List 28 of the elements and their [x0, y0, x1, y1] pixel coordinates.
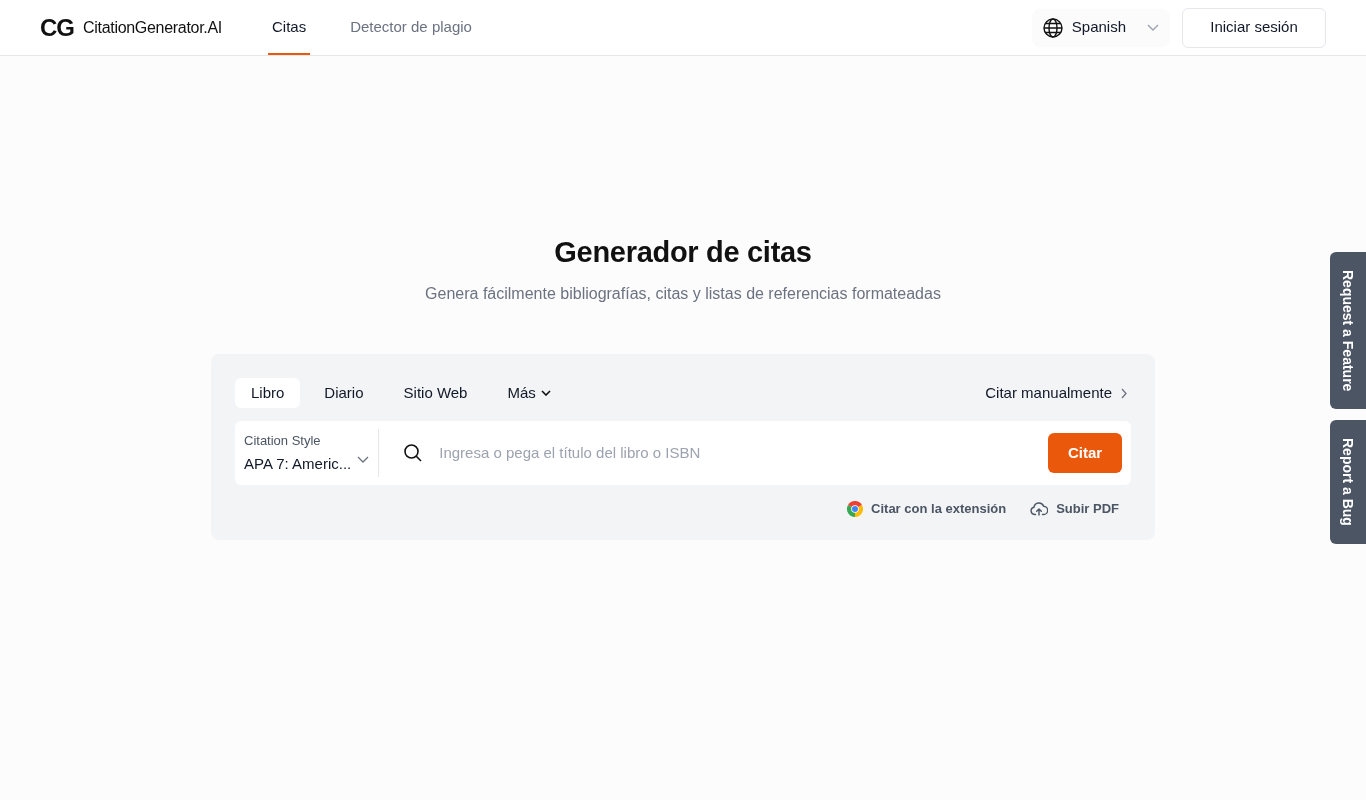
side-tab[interactable]: Report a Bug: [1330, 420, 1366, 545]
logo-text: CitationGenerator.AI: [83, 17, 222, 38]
cite-manually-link[interactable]: Citar manualmente: [985, 381, 1131, 405]
source-tab[interactable]: Libro: [235, 378, 301, 408]
chevron-down-icon: [540, 390, 551, 396]
chrome-logo-icon: [847, 500, 864, 517]
search-icon: [404, 444, 423, 462]
nav-link[interactable]: Citas: [268, 0, 311, 55]
side-tab[interactable]: Request a Feature: [1330, 252, 1366, 410]
search-field[interactable]: Ingresa o pega el título del libro o ISBN: [439, 421, 1040, 485]
globe-icon: [1042, 17, 1063, 38]
page-title: Generador de citas: [554, 235, 812, 270]
more-menu-tab[interactable]: Más: [491, 378, 567, 408]
login-button[interactable]: Iniciar sesión: [1182, 7, 1326, 48]
cloud-upload-icon: [1030, 501, 1049, 517]
source-tab[interactable]: Diario: [308, 378, 380, 408]
chevron-right-icon: [1121, 387, 1127, 399]
cite-with-extension-link[interactable]: Citar con la extensión: [847, 499, 1007, 519]
logo-mark: CG: [40, 15, 74, 40]
page-subtitle: Genera fácilmente bibliografías, citas y listas de referencias formateadas: [425, 284, 941, 304]
chevron-down-icon: [1147, 24, 1159, 31]
source-tab[interactable]: Sitio Web: [387, 378, 484, 408]
citation-style-select[interactable]: Citation Style APA 7: Americ...: [235, 421, 379, 485]
language-selector[interactable]: Spanish: [1031, 8, 1170, 47]
chevron-down-icon: [357, 455, 370, 463]
nav-link[interactable]: Detector de plagio: [346, 0, 476, 55]
upload-pdf-link[interactable]: Subir PDF: [1030, 499, 1119, 519]
cite-button[interactable]: Citar: [1048, 433, 1122, 473]
